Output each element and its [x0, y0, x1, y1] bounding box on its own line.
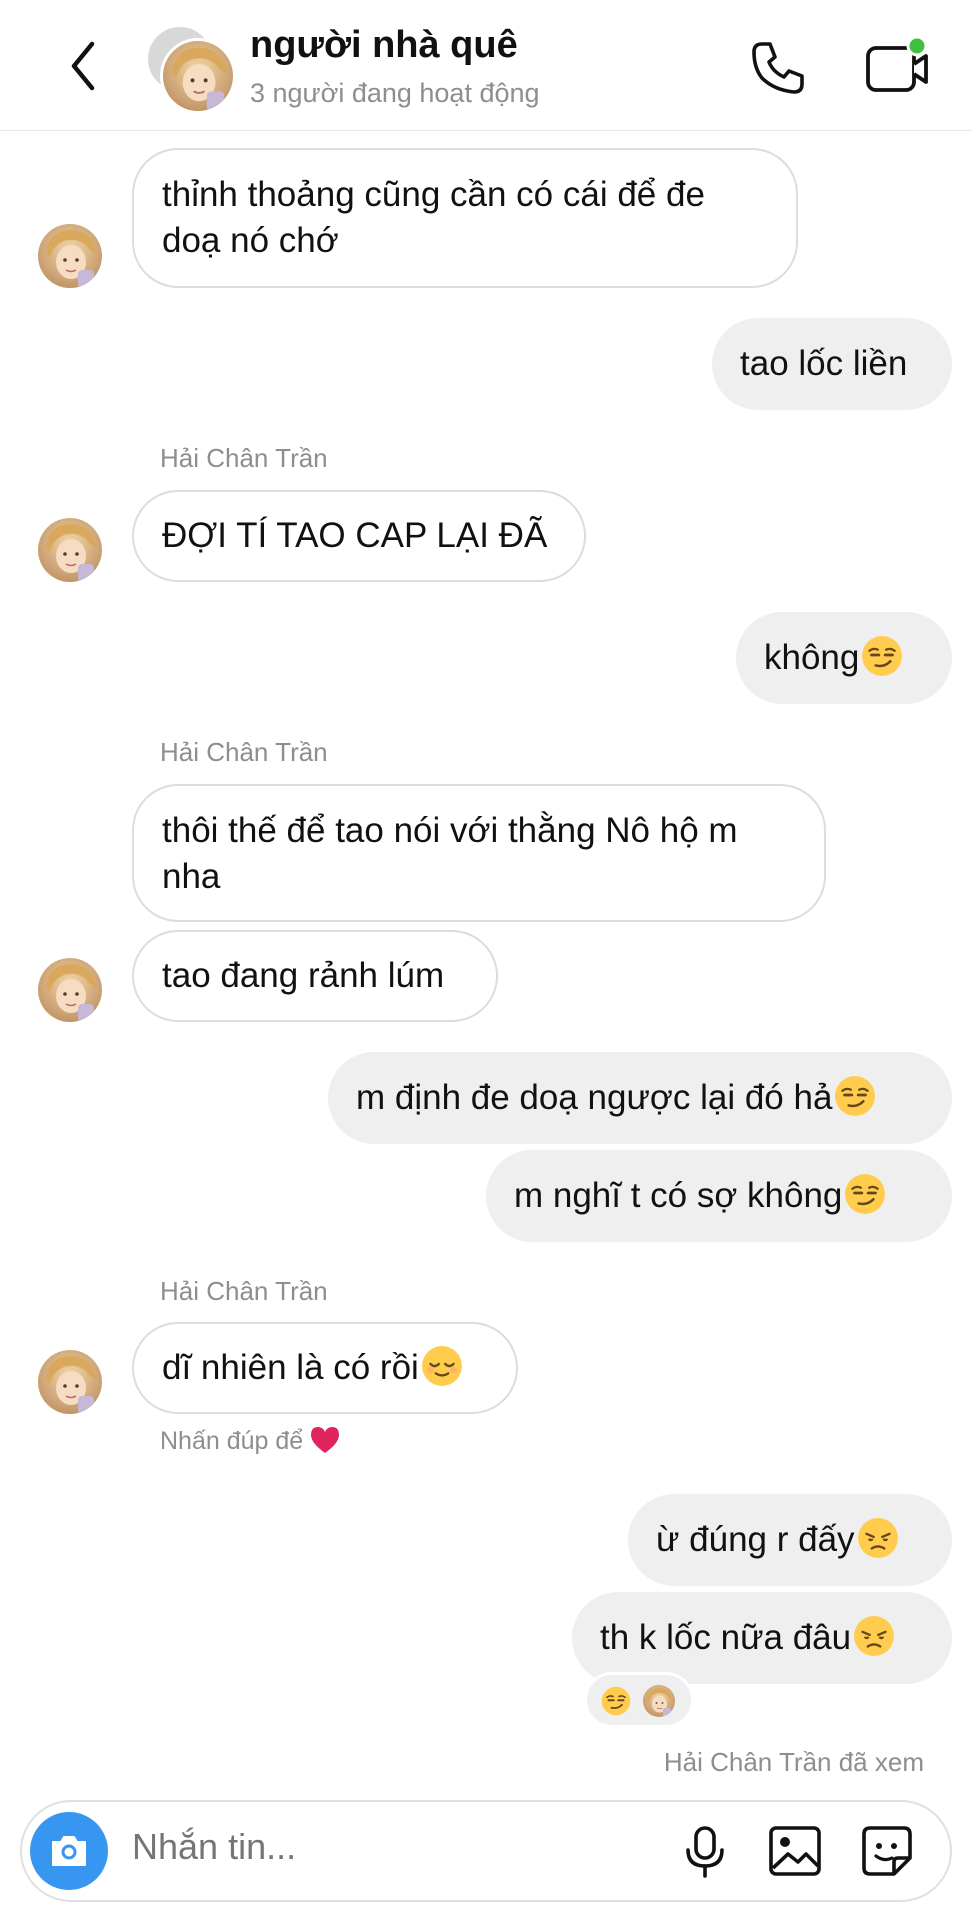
message-reactions[interactable] [584, 1672, 694, 1728]
outgoing-message[interactable]: không [736, 612, 952, 704]
outgoing-message[interactable]: m định đe doạ ngược lại đó hả [328, 1052, 952, 1144]
outgoing-message[interactable]: ừ đúng r đấy [628, 1494, 952, 1586]
online-dot [906, 38, 928, 57]
smirk-emoji [861, 635, 903, 677]
gallery-icon[interactable] [766, 1822, 824, 1880]
incoming-message[interactable]: thôi thế để tao nói với thằng Nô hộ m nh… [132, 784, 826, 922]
disappointed-emoji [853, 1615, 895, 1657]
microphone-icon[interactable] [676, 1822, 734, 1880]
sender-avatar[interactable] [38, 1350, 102, 1414]
heart-icon [311, 1427, 340, 1453]
sender-avatar[interactable] [38, 224, 102, 288]
smirk-emoji [844, 1173, 886, 1215]
camera-icon [52, 1836, 86, 1866]
message-text: tao đang rảnh lúm [162, 956, 445, 995]
message-text: m nghĩ t có sợ không [514, 1176, 843, 1215]
incoming-message[interactable]: dĩ nhiên là có rồi [132, 1322, 518, 1414]
chat-title[interactable]: người nhà quê [250, 24, 518, 67]
message-text: th k lốc nữa đâu [600, 1618, 852, 1657]
disappointed-emoji [857, 1517, 899, 1559]
message-text: tao lốc liền [740, 344, 908, 383]
message-text: m định đe doạ ngược lại đó hả [356, 1078, 833, 1117]
sender-name: Hải Chân Trần [160, 1276, 328, 1306]
message-text: không [764, 638, 860, 677]
outgoing-message[interactable]: th k lốc nữa đâu [572, 1592, 952, 1684]
message-text: ĐỢI TÍ TAO CAP LẠI ĐÃ [162, 516, 548, 555]
active-status: 3 người đang hoạt động [250, 78, 540, 108]
phone-icon[interactable] [748, 38, 808, 98]
double-tap-hint: Nhấn đúp để [160, 1425, 341, 1456]
smirk-emoji [834, 1075, 876, 1117]
smirk-reaction-icon [601, 1686, 631, 1716]
camera-button[interactable] [30, 1812, 108, 1890]
chat-header: người nhà quê 3 người đang hoạt động [0, 0, 972, 131]
back-icon[interactable] [62, 36, 106, 96]
message-text: thỉnh thoảng cũng cần có cái để đe doạ n… [162, 175, 705, 260]
message-text: thôi thế để tao nói với thằng Nô hộ m nh… [162, 811, 738, 896]
sticker-icon[interactable] [858, 1822, 916, 1880]
group-avatar[interactable] [160, 38, 236, 114]
relieved-emoji [421, 1345, 463, 1387]
incoming-message[interactable]: thỉnh thoảng cũng cần có cái để đe doạ n… [132, 148, 798, 288]
video-call-icon[interactable] [862, 38, 932, 98]
sender-avatar[interactable] [38, 958, 102, 1022]
incoming-message[interactable]: tao đang rảnh lúm [132, 930, 498, 1022]
reactor-avatar [643, 1685, 675, 1717]
message-input[interactable] [132, 1826, 652, 1868]
incoming-message[interactable]: ĐỢI TÍ TAO CAP LẠI ĐÃ [132, 490, 586, 582]
message-text: ừ đúng r đấy [656, 1520, 855, 1559]
message-text: dĩ nhiên là có rồi [162, 1348, 419, 1387]
hint-text: Nhấn đúp để [160, 1427, 304, 1455]
sender-avatar[interactable] [38, 518, 102, 582]
sender-name: Hải Chân Trần [160, 443, 328, 473]
sender-name: Hải Chân Trần [160, 737, 328, 767]
outgoing-message[interactable]: m nghĩ t có sợ không [486, 1150, 952, 1242]
seen-status: Hải Chân Trần đã xem [663, 1747, 924, 1777]
outgoing-message[interactable]: tao lốc liền [712, 318, 952, 410]
